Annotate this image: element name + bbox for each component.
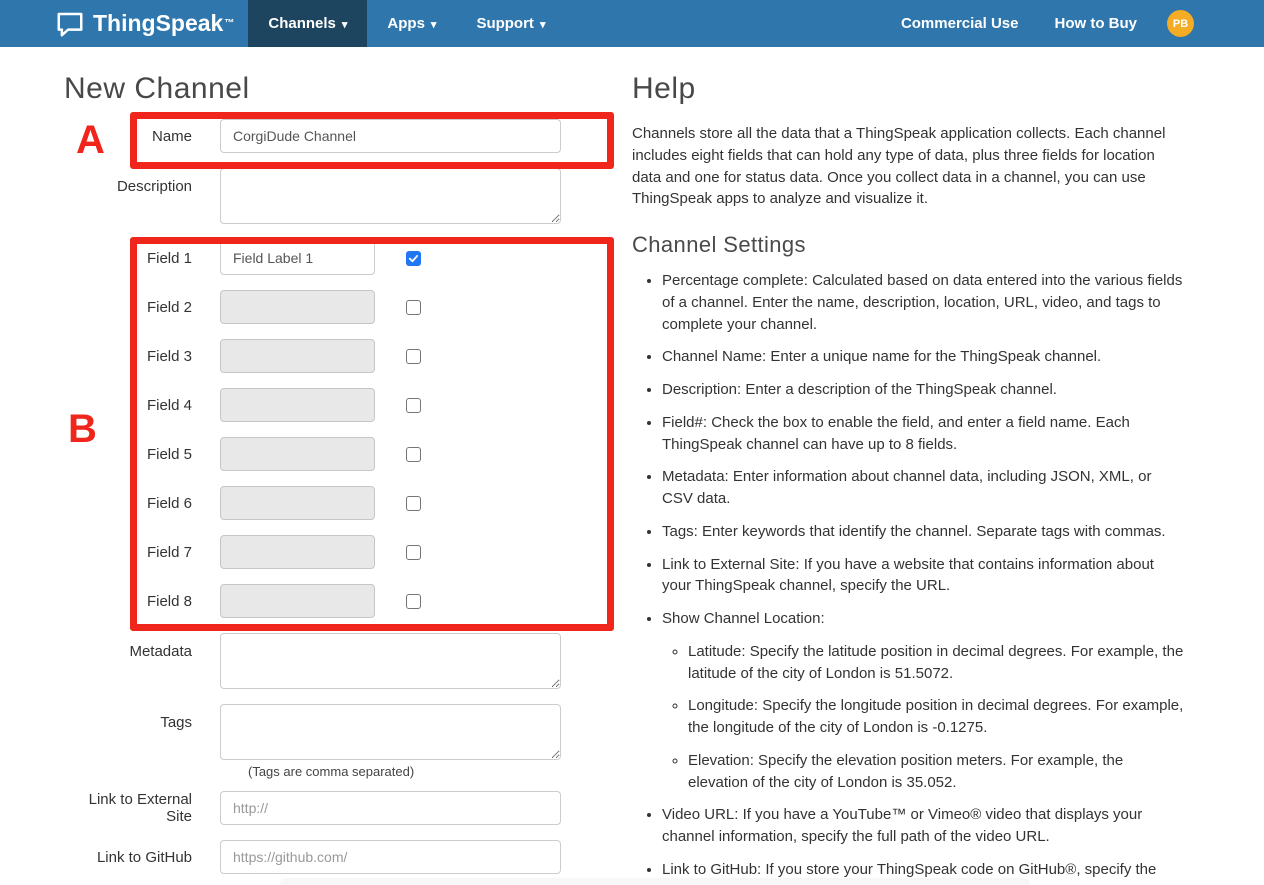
- field-row: Field 4: [64, 388, 589, 422]
- nav-item-apps[interactable]: Apps ▾: [367, 0, 456, 47]
- field-1-input[interactable]: [220, 241, 375, 275]
- field-6-input[interactable]: [220, 486, 375, 520]
- channel-settings-heading: Channel Settings: [632, 232, 1184, 258]
- field-6-label: Field 6: [64, 495, 220, 512]
- footer-edge: [280, 878, 1030, 885]
- name-row: Name: [64, 119, 589, 153]
- field-1-label: Field 1: [64, 250, 220, 267]
- chevron-down-icon: ▾: [342, 18, 348, 31]
- channel-settings-list: Percentage complete: Calculated based on…: [632, 270, 1184, 885]
- field-row: Field 7: [64, 535, 589, 569]
- field-row: Field 2: [64, 290, 589, 324]
- list-item: Show Channel Location: Latitude: Specify…: [662, 608, 1184, 793]
- nav-item-commercial-use[interactable]: Commercial Use: [883, 15, 1037, 32]
- brand-trademark: ™: [224, 18, 234, 29]
- metadata-label: Metadata: [64, 633, 220, 660]
- description-label: Description: [64, 168, 220, 195]
- nav-right: Commercial Use How to Buy PB: [883, 0, 1264, 47]
- field-row: Field 8: [64, 584, 589, 618]
- description-row: Description: [64, 168, 589, 224]
- field-row: Field 5: [64, 437, 589, 471]
- speech-bubble-icon: [55, 9, 85, 39]
- list-item: Longitude: Specify the longitude positio…: [688, 695, 1184, 739]
- new-channel-form: New Channel Name Description Field 1 Fie…: [64, 71, 589, 885]
- field-7-input[interactable]: [220, 535, 375, 569]
- brand-name: ThingSpeak: [93, 10, 223, 37]
- field-5-input[interactable]: [220, 437, 375, 471]
- field-8-input[interactable]: [220, 584, 375, 618]
- tags-row: Tags: [64, 704, 589, 760]
- github-input[interactable]: [220, 840, 561, 874]
- list-item: Metadata: Enter information about channe…: [662, 466, 1184, 510]
- field-2-label: Field 2: [64, 299, 220, 316]
- field-2-input[interactable]: [220, 290, 375, 324]
- tags-label: Tags: [64, 704, 220, 731]
- user-avatar[interactable]: PB: [1167, 10, 1194, 37]
- name-label: Name: [64, 128, 220, 145]
- location-sub-list: Latitude: Specify the latitude position …: [662, 641, 1184, 794]
- thingspeak-logo[interactable]: ThingSpeak™: [0, 0, 248, 47]
- field-4-checkbox[interactable]: [406, 398, 421, 413]
- nav-item-how-to-buy[interactable]: How to Buy: [1037, 15, 1156, 32]
- external-site-label: Link to External Site: [64, 791, 220, 825]
- tags-hint: (Tags are comma separated): [248, 764, 589, 779]
- github-row: Link to GitHub: [64, 840, 589, 874]
- field-4-label: Field 4: [64, 397, 220, 414]
- main-nav: Channels ▾ Apps ▾ Support ▾: [248, 0, 565, 47]
- field-row: Field 1: [64, 241, 589, 275]
- field-8-checkbox[interactable]: [406, 594, 421, 609]
- external-site-input[interactable]: [220, 791, 561, 825]
- chevron-down-icon: ▾: [540, 18, 546, 31]
- help-panel: Help Channels store all the data that a …: [632, 71, 1184, 885]
- field-3-checkbox[interactable]: [406, 349, 421, 364]
- field-4-input[interactable]: [220, 388, 375, 422]
- list-item: Field#: Check the box to enable the fiel…: [662, 412, 1184, 456]
- page-content: New Channel Name Description Field 1 Fie…: [0, 47, 1264, 885]
- list-item: Description: Enter a description of the …: [662, 379, 1184, 401]
- chevron-down-icon: ▾: [431, 18, 437, 31]
- nav-item-support[interactable]: Support ▾: [456, 0, 565, 47]
- metadata-textarea[interactable]: [220, 633, 561, 689]
- list-item: Tags: Enter keywords that identify the c…: [662, 521, 1184, 543]
- field-row: Field 3: [64, 339, 589, 373]
- tags-textarea[interactable]: [220, 704, 561, 760]
- help-intro: Channels store all the data that a Thing…: [632, 123, 1184, 210]
- top-navbar: ThingSpeak™ Channels ▾ Apps ▾ Support ▾ …: [0, 0, 1264, 47]
- list-item: Percentage complete: Calculated based on…: [662, 270, 1184, 335]
- list-item: Elevation: Specify the elevation positio…: [688, 750, 1184, 794]
- field-8-label: Field 8: [64, 593, 220, 610]
- field-3-input[interactable]: [220, 339, 375, 373]
- github-label: Link to GitHub: [64, 849, 220, 866]
- field-row: Field 6: [64, 486, 589, 520]
- page-title: New Channel: [64, 71, 589, 107]
- field-7-checkbox[interactable]: [406, 545, 421, 560]
- field-5-checkbox[interactable]: [406, 447, 421, 462]
- list-item: Channel Name: Enter a unique name for th…: [662, 346, 1184, 368]
- field-7-label: Field 7: [64, 544, 220, 561]
- nav-item-channels[interactable]: Channels ▾: [248, 0, 367, 47]
- description-textarea[interactable]: [220, 168, 561, 224]
- help-title: Help: [632, 71, 1184, 107]
- list-item: Video URL: If you have a YouTube™ or Vim…: [662, 804, 1184, 848]
- list-item: Latitude: Specify the latitude position …: [688, 641, 1184, 685]
- external-site-row: Link to External Site: [64, 791, 589, 825]
- field-3-label: Field 3: [64, 348, 220, 365]
- field-5-label: Field 5: [64, 446, 220, 463]
- list-item: Link to External Site: If you have a web…: [662, 554, 1184, 598]
- name-input[interactable]: [220, 119, 561, 153]
- metadata-row: Metadata: [64, 633, 589, 689]
- field-6-checkbox[interactable]: [406, 496, 421, 511]
- field-1-checkbox[interactable]: [406, 251, 421, 266]
- field-2-checkbox[interactable]: [406, 300, 421, 315]
